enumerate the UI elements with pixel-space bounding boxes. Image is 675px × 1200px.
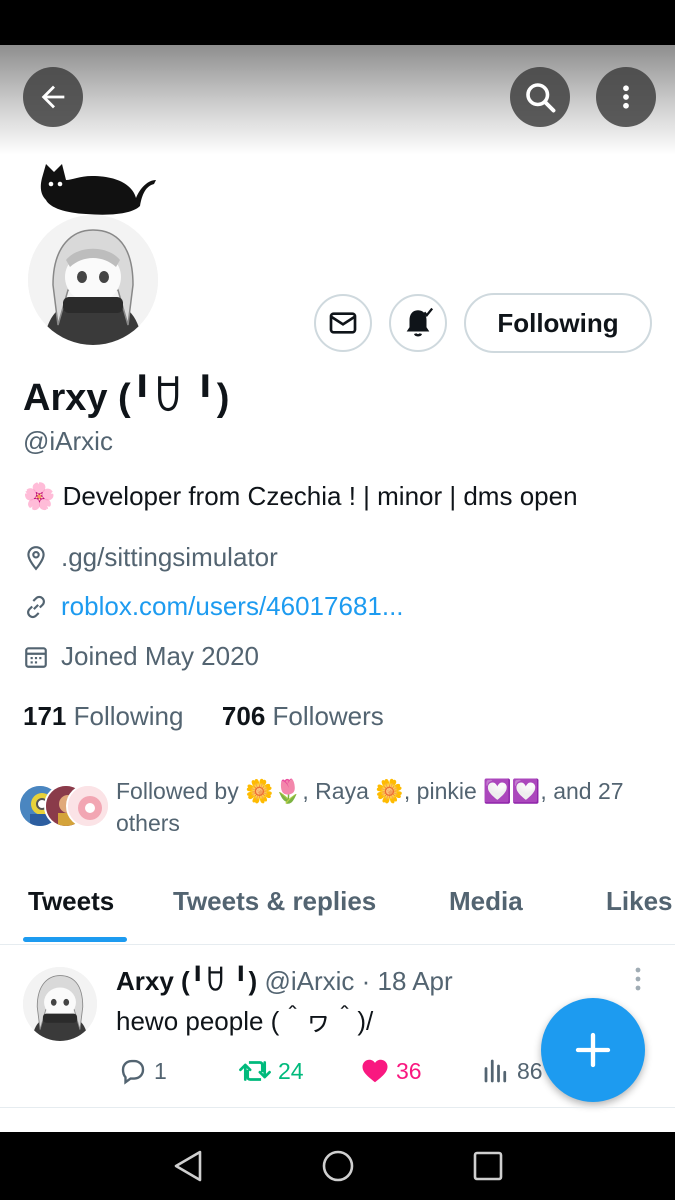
profile-banner xyxy=(0,45,675,155)
more-button[interactable] xyxy=(596,67,656,127)
reply-icon xyxy=(121,1059,145,1085)
nav-recents-icon[interactable] xyxy=(473,1151,503,1181)
tab-tweets-replies[interactable]: Tweets & replies xyxy=(173,886,376,917)
back-button[interactable] xyxy=(23,67,83,127)
link-icon xyxy=(27,595,45,618)
tab-likes[interactable]: Likes xyxy=(606,886,673,917)
tab-media[interactable]: Media xyxy=(449,886,523,917)
status-bar xyxy=(0,0,675,45)
profile-avatar[interactable] xyxy=(28,215,158,345)
android-nav-bar xyxy=(0,1132,675,1200)
profile-tabs: Tweets Tweets & replies Media Likes xyxy=(0,870,675,945)
reply-action[interactable]: 1 xyxy=(118,1056,167,1086)
tweet-more-icon[interactable] xyxy=(632,966,644,992)
tweet-text: hewo people (＾ヮ＾)/ xyxy=(116,1006,374,1036)
tab-tweets[interactable]: Tweets xyxy=(28,886,114,917)
profile-location: .gg/sittingsimulator xyxy=(23,542,278,573)
retweet-action[interactable]: 24 xyxy=(238,1056,304,1086)
tweet-divider xyxy=(0,1107,675,1108)
bell-icon xyxy=(406,307,434,337)
views-icon xyxy=(484,1059,507,1083)
following-button[interactable]: Following xyxy=(464,293,652,353)
nav-back-icon[interactable] xyxy=(172,1149,204,1183)
followers-stat[interactable]: 706 Followers xyxy=(222,701,384,731)
follower-avatar xyxy=(66,784,110,828)
tweet-avatar[interactable] xyxy=(23,967,97,1041)
profile-joined: Joined May 2020 xyxy=(23,641,259,672)
calendar-icon xyxy=(25,646,47,668)
cat-decoration xyxy=(40,164,156,215)
like-count: 36 xyxy=(396,1057,422,1084)
following-count: 171 xyxy=(23,701,67,731)
message-button[interactable] xyxy=(314,294,372,352)
tweet-handle-date: @iArxic · 18 Apr xyxy=(264,966,453,996)
following-label: Following xyxy=(73,701,184,731)
tweet-header: Arxy (╹ꇴ ╹) @iArxic · 18 Apr xyxy=(116,963,453,997)
followers-count: 706 xyxy=(221,701,266,731)
profile-name: Arxy (╹ꇴ ╹) xyxy=(23,377,230,419)
back-arrow-icon xyxy=(41,85,65,109)
reply-count: 1 xyxy=(154,1057,167,1084)
retweet-icon xyxy=(239,1061,271,1081)
mail-icon xyxy=(329,312,357,334)
followers-label: Followers xyxy=(272,701,384,731)
profile-website: roblox.com/users/46017681... xyxy=(23,591,404,622)
tweet-author-name[interactable]: Arxy (╹ꇴ ╹) xyxy=(116,966,257,996)
compose-tweet-button[interactable] xyxy=(541,998,645,1102)
nav-home-icon[interactable] xyxy=(321,1149,355,1183)
active-tab-indicator xyxy=(23,937,127,942)
joined-text: Joined May 2020 xyxy=(61,641,260,671)
following-stat[interactable]: 171 Following xyxy=(23,701,183,731)
plus-icon xyxy=(575,1032,611,1068)
retweet-count: 24 xyxy=(278,1057,304,1084)
location-icon xyxy=(27,545,45,570)
profile-bio: 🌸 Developer from Czechia ! | minor | dms… xyxy=(23,481,578,511)
views-count: 86 xyxy=(517,1057,543,1084)
profile-handle: @iArxic xyxy=(23,426,113,456)
heart-icon xyxy=(362,1059,388,1083)
followed-by-text[interactable]: Followed by 🌼🌷, Raya 🌼, pinkie 💟💟, and 2… xyxy=(116,775,656,839)
website-link[interactable]: roblox.com/users/46017681... xyxy=(61,591,404,622)
more-vertical-icon xyxy=(623,85,629,109)
views-action[interactable]: 86 xyxy=(481,1056,543,1086)
location-text[interactable]: .gg/sittingsimulator xyxy=(61,542,278,573)
search-button[interactable] xyxy=(510,67,570,127)
profile-stats: 171 Following 706 Followers xyxy=(23,701,384,732)
search-icon xyxy=(526,83,556,113)
notifications-button[interactable] xyxy=(389,294,447,352)
like-action[interactable]: 36 xyxy=(360,1056,422,1086)
